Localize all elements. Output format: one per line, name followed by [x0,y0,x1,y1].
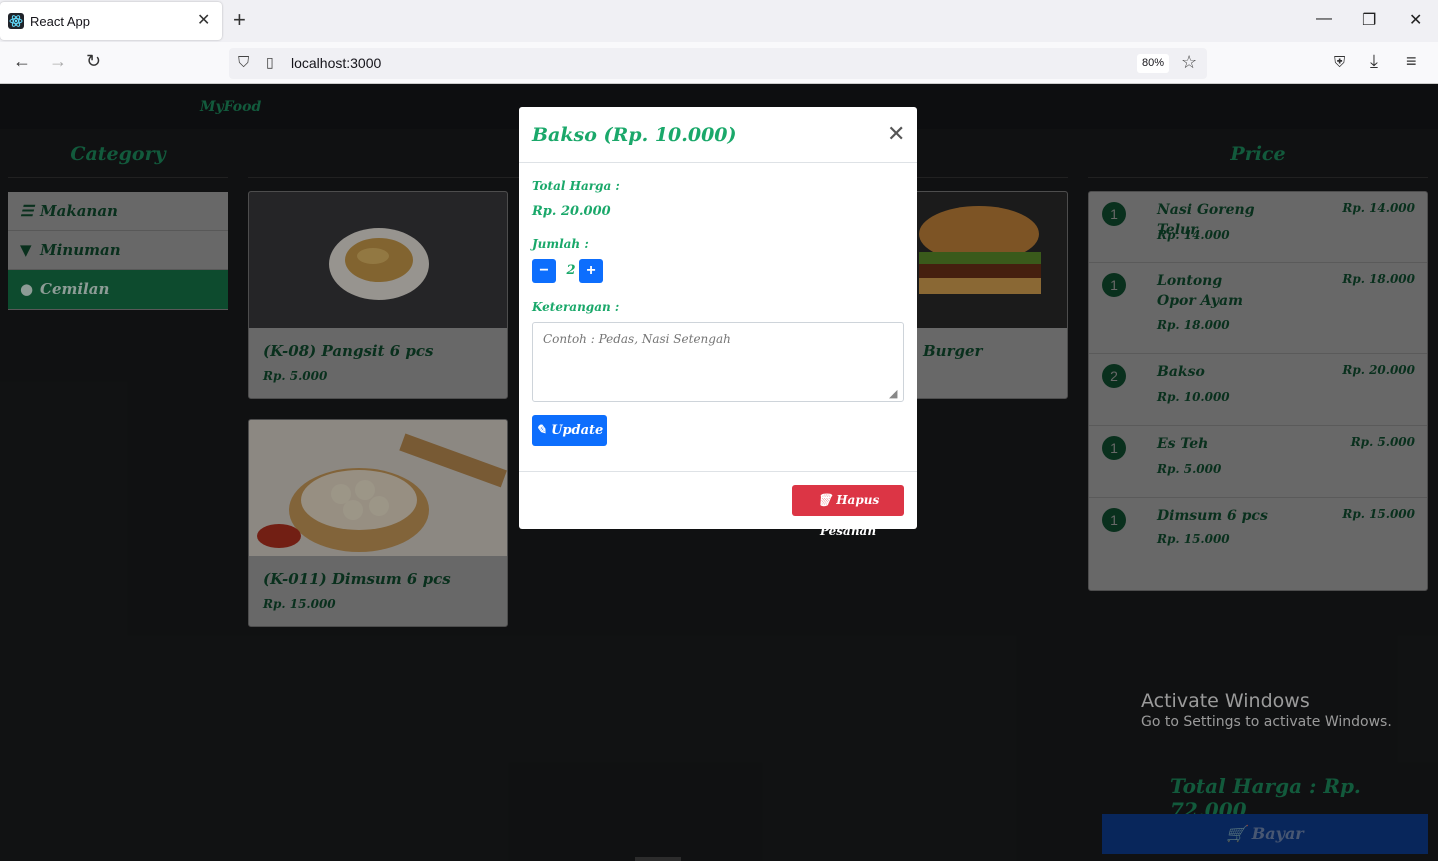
minimize-icon[interactable]: — [1316,10,1332,28]
menu-icon[interactable]: ≡ [1406,51,1417,72]
window-close-icon[interactable]: ✕ [1409,10,1422,30]
edit-icon: ✎ [535,423,547,438]
pocket-icon[interactable]: ⛨ [1334,54,1345,71]
address-bar[interactable]: ⛉ ▯ localhost:3000 80% ☆ [229,48,1207,79]
qty-value: 2 [566,263,576,278]
tab-title: React App [30,14,90,29]
resize-grip-icon[interactable]: ◢ [889,387,897,400]
activation-watermark: Activate Windows Go to Settings to activ… [1141,690,1392,730]
order-edit-modal: Bakso (Rp. 10.000) ✕ Total Harga : Rp. 2… [519,107,917,538]
divider [519,471,917,472]
note-label: Keterangan : [532,300,620,314]
increase-button[interactable]: + [579,259,603,283]
restore-icon[interactable]: ❐ [1362,10,1376,30]
download-icon[interactable]: ⤓ [1370,51,1378,72]
browser-tab-bar: React App ✕ + — ❐ ✕ [0,0,1438,42]
activation-subtitle: Go to Settings to activate Windows. [1141,714,1392,730]
close-tab-icon[interactable]: ✕ [197,10,210,30]
back-icon[interactable]: ← [13,51,31,72]
forward-icon[interactable]: → [49,51,67,72]
browser-nav-bar: ← → ↻ ⛉ ▯ localhost:3000 80% ☆ ⛨ ⤓ ≡ [0,42,1438,84]
browser-tab[interactable]: React App ✕ [0,2,222,40]
decrease-button[interactable]: − [532,259,556,283]
note-field[interactable] [532,322,904,402]
zoom-level[interactable]: 80% [1137,54,1169,73]
trash-icon: 🗑 [816,493,833,507]
total-value: Rp. 20.000 [532,204,611,219]
update-label: Update [551,423,604,438]
modal-title: Bakso (Rp. 10.000) [532,124,737,146]
activation-title: Activate Windows [1141,690,1310,712]
update-button[interactable]: ✎ Update [532,415,607,446]
new-tab-icon[interactable]: + [233,8,246,32]
total-label: Total Harga : [532,179,620,193]
divider [519,162,917,163]
shield-icon[interactable]: ⛉ [238,54,249,71]
url-text[interactable]: localhost:3000 [291,55,381,71]
minus-icon: − [539,262,549,279]
delete-order-button[interactable]: 🗑 Hapus Pesanan [792,485,904,538]
plus-icon: + [586,262,596,279]
reload-icon[interactable]: ↻ [86,51,101,72]
page-icon: ▯ [266,54,274,70]
close-icon[interactable]: ✕ [887,121,905,147]
react-icon [8,13,24,29]
qty-label: Jumlah : [532,237,589,251]
bookmark-star-icon[interactable]: ☆ [1181,52,1197,73]
